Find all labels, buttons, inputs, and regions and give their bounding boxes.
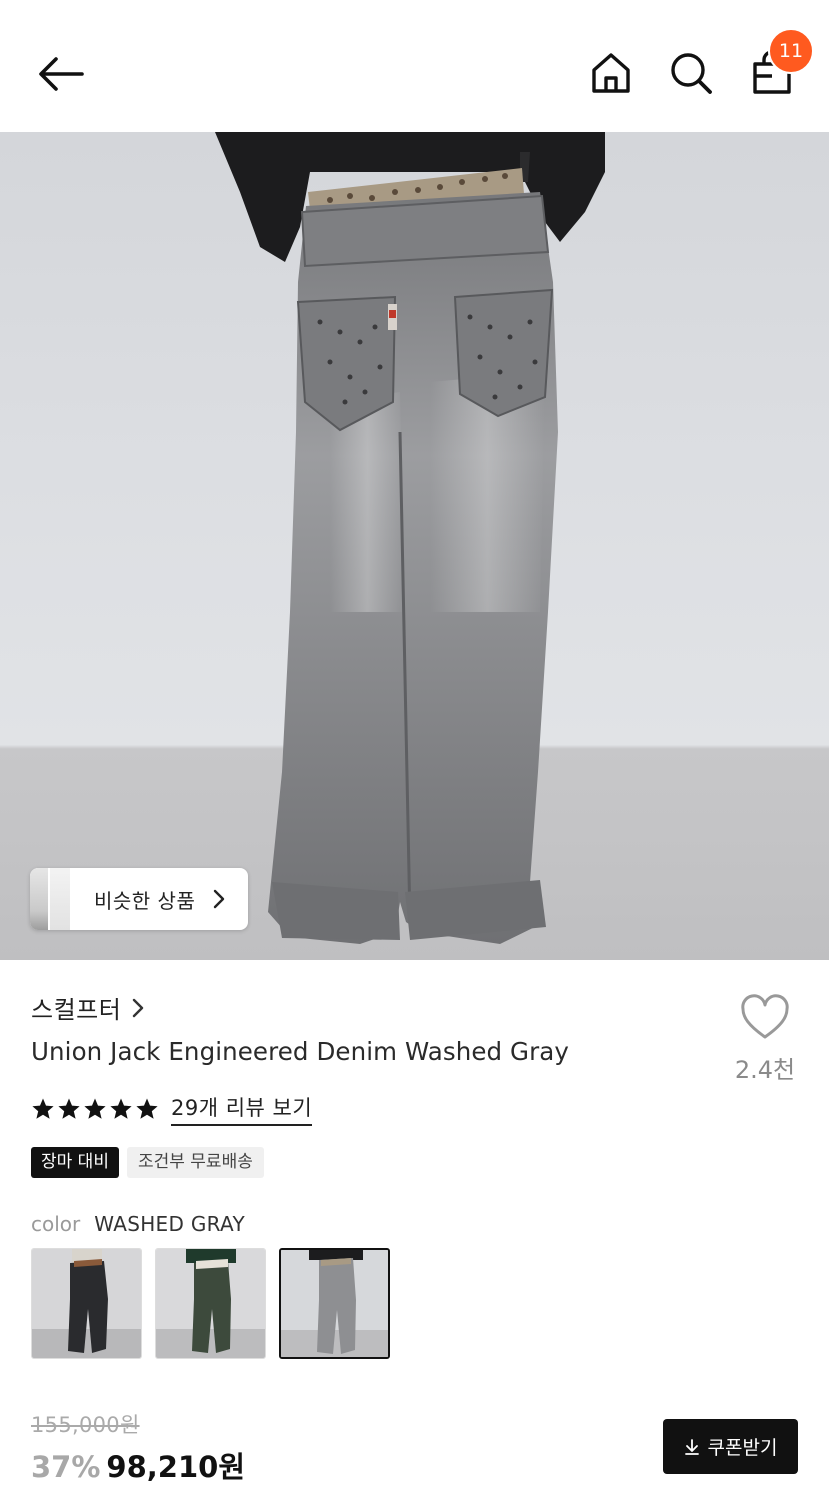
top-bar: 11: [0, 0, 829, 132]
similar-products-thumbnails: [30, 868, 72, 930]
similar-thumb: [48, 868, 70, 930]
coupon-label: 쿠폰받기: [707, 1437, 778, 1459]
search-icon: [671, 53, 712, 94]
product-image[interactable]: [0, 132, 829, 960]
original-price: 155,000원: [31, 1413, 140, 1437]
color-value: WASHED GRAY: [94, 1212, 245, 1236]
home-icon: [592, 53, 630, 93]
like-button[interactable]: [738, 994, 792, 1042]
swatch-black-denim[interactable]: [31, 1248, 142, 1359]
cart-count-badge: 11: [768, 28, 814, 74]
star-rating: [31, 1097, 159, 1121]
brand-name: 스컬프터: [31, 996, 122, 1024]
similar-thumb: [30, 868, 50, 930]
like-count: 2.4천: [734, 1056, 796, 1084]
similar-products-label: 비슷한 상품: [94, 888, 196, 913]
discount-rate: 37%: [31, 1450, 101, 1484]
badge-row: 장마 대비 조건부 무료배송: [31, 1147, 264, 1178]
star-icon: [136, 1098, 158, 1119]
shipping-badge: 조건부 무료배송: [126, 1147, 264, 1178]
star-icon: [32, 1098, 54, 1119]
review-link[interactable]: 29개 리뷰 보기: [171, 1092, 313, 1126]
coupon-button[interactable]: 쿠폰받기: [663, 1419, 798, 1474]
swatch-washed-gray-denim[interactable]: [279, 1248, 390, 1359]
rating-row: 29개 리뷰 보기: [31, 1092, 313, 1126]
promo-badge: 장마 대비: [31, 1147, 119, 1178]
swatch-green-denim[interactable]: [155, 1248, 266, 1359]
brand-link[interactable]: 스컬프터: [31, 990, 145, 1025]
star-icon: [84, 1098, 106, 1119]
search-button[interactable]: [668, 50, 714, 96]
chevron-right-icon: [133, 998, 144, 1017]
star-icon: [58, 1098, 80, 1119]
color-row: color WASHED GRAY: [31, 1212, 245, 1236]
download-icon: [684, 1438, 699, 1455]
chevron-right-icon: [213, 889, 225, 909]
color-swatches: [31, 1248, 390, 1359]
price-row: 37% 98,210원: [31, 1444, 245, 1486]
home-button[interactable]: [588, 50, 634, 96]
similar-products-button[interactable]: 비슷한 상품: [30, 868, 248, 930]
arrow-left-icon: [39, 57, 84, 91]
back-button[interactable]: [34, 52, 86, 96]
sale-price: 98,210원: [106, 1450, 246, 1484]
star-icon: [110, 1098, 132, 1119]
color-label: color: [31, 1212, 81, 1236]
product-title: Union Jack Engineered Denim Washed Gray: [31, 1037, 570, 1066]
heart-icon: [741, 994, 789, 1039]
